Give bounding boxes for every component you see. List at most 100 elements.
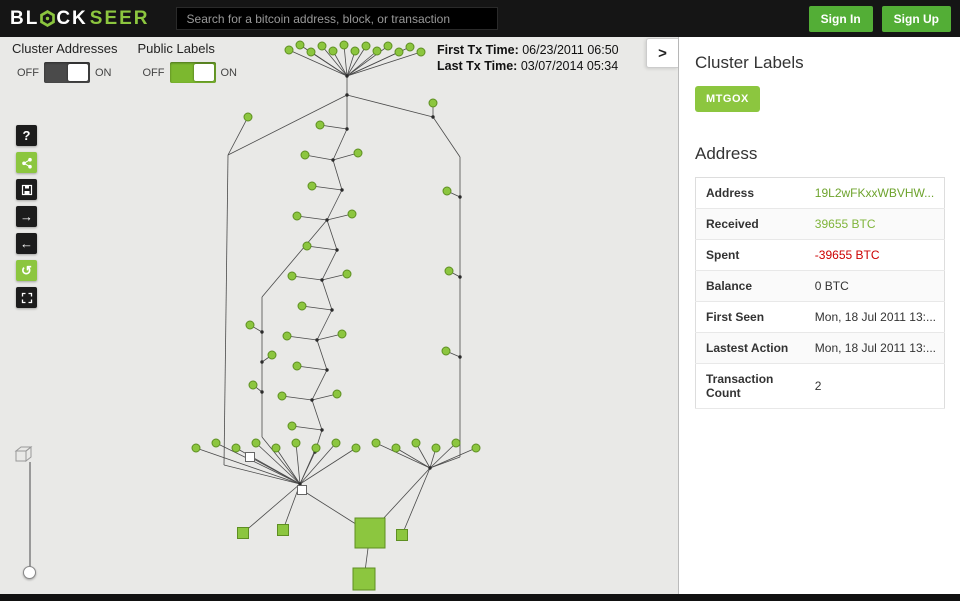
tx-address-node[interactable] [291, 438, 301, 448]
undo-button[interactable]: ↺ [16, 260, 37, 281]
tx-address-node[interactable] [394, 47, 404, 57]
cluster-addresses-toggle[interactable] [44, 62, 90, 83]
tx-address-node[interactable] [428, 98, 438, 108]
tx-junction[interactable] [320, 278, 324, 282]
row-value[interactable]: 19L2wFKxxWBVHW... [811, 178, 945, 209]
zoom-slider-knob[interactable] [23, 566, 36, 579]
tx-junction[interactable] [315, 338, 319, 342]
tx-address-node[interactable] [245, 320, 255, 330]
tx-address-node[interactable] [282, 331, 292, 341]
share-button[interactable] [16, 152, 37, 173]
tx-address-node[interactable] [271, 443, 281, 453]
tx-junction[interactable] [331, 158, 335, 162]
tx-address-node[interactable] [342, 269, 352, 279]
tx-junction[interactable] [310, 398, 314, 402]
tx-address-node[interactable] [287, 421, 297, 431]
tx-address-node[interactable] [191, 443, 201, 453]
tx-address-node[interactable] [284, 45, 294, 55]
toggle-knob[interactable] [193, 64, 214, 81]
tx-address-node[interactable] [306, 47, 316, 57]
transaction-graph[interactable] [0, 37, 678, 594]
tx-address-node[interactable] [300, 150, 310, 160]
expand-button[interactable] [16, 287, 37, 308]
tx-address-node[interactable] [302, 241, 312, 251]
tx-address-node[interactable] [292, 361, 302, 371]
tx-junction[interactable] [260, 330, 264, 334]
tx-junction[interactable] [340, 188, 344, 192]
tx-junction[interactable] [345, 127, 349, 131]
toggle-knob[interactable] [68, 64, 88, 81]
tx-output-square-green[interactable] [354, 517, 386, 549]
panel-collapse-tab[interactable]: > [646, 38, 678, 68]
tx-address-node[interactable] [328, 46, 338, 56]
zoom-slider-track[interactable] [29, 462, 31, 572]
tx-junction[interactable] [325, 218, 329, 222]
tx-address-node[interactable] [411, 438, 421, 448]
graph-canvas[interactable]: Cluster Addresses OFF ON Public Labels O… [0, 37, 678, 594]
tx-address-node[interactable] [353, 148, 363, 158]
tx-junction[interactable] [260, 360, 264, 364]
tx-address-node[interactable] [267, 350, 277, 360]
tx-output-square-green[interactable] [237, 527, 249, 539]
tx-address-node[interactable] [442, 186, 452, 196]
tx-address-node[interactable] [444, 266, 454, 276]
tx-address-node[interactable] [307, 181, 317, 191]
tx-address-node[interactable] [451, 438, 461, 448]
tx-address-node[interactable] [251, 438, 261, 448]
tx-address-node[interactable] [317, 41, 327, 51]
tx-address-node[interactable] [297, 301, 307, 311]
tx-junction[interactable] [345, 93, 349, 97]
tx-address-node[interactable] [405, 42, 415, 52]
tx-address-node[interactable] [311, 443, 321, 453]
tx-address-node[interactable] [351, 443, 361, 453]
help-button[interactable]: ? [16, 125, 37, 146]
tx-address-node[interactable] [287, 271, 297, 281]
tx-output-square-green[interactable] [352, 567, 376, 591]
tx-address-node[interactable] [372, 46, 382, 56]
tx-output-square-green[interactable] [396, 529, 408, 541]
tx-junction[interactable] [330, 308, 334, 312]
tx-junction[interactable] [325, 368, 329, 372]
tx-junction[interactable] [320, 428, 324, 432]
back-button[interactable]: ← [16, 233, 37, 254]
tx-address-node[interactable] [391, 443, 401, 453]
tx-junction[interactable] [458, 275, 462, 279]
tx-address-node[interactable] [471, 443, 481, 453]
tx-address-node[interactable] [431, 443, 441, 453]
tx-address-node[interactable] [231, 443, 241, 453]
tx-junction[interactable] [458, 195, 462, 199]
tx-address-node[interactable] [441, 346, 451, 356]
tx-junction[interactable] [345, 74, 349, 78]
tx-address-node[interactable] [339, 40, 349, 50]
tx-address-node[interactable] [292, 211, 302, 221]
tx-address-node[interactable] [331, 438, 341, 448]
tx-address-node[interactable] [371, 438, 381, 448]
tx-output-square-white[interactable] [245, 452, 255, 462]
tx-address-node[interactable] [383, 41, 393, 51]
tx-junction[interactable] [335, 248, 339, 252]
tx-address-node[interactable] [277, 391, 287, 401]
tx-output-square-green[interactable] [277, 524, 289, 536]
blockseer-logo[interactable]: BL CK SEER [10, 8, 150, 30]
save-button[interactable] [16, 179, 37, 200]
tx-junction[interactable] [458, 355, 462, 359]
tx-address-node[interactable] [416, 47, 426, 57]
tx-output-square-white[interactable] [297, 485, 307, 495]
tx-address-node[interactable] [332, 389, 342, 399]
tx-address-node[interactable] [211, 438, 221, 448]
forward-button[interactable]: → [16, 206, 37, 227]
search-input[interactable] [175, 7, 498, 30]
tx-address-node[interactable] [361, 41, 371, 51]
tx-junction[interactable] [260, 390, 264, 394]
tx-address-node[interactable] [315, 120, 325, 130]
tx-address-node[interactable] [248, 380, 258, 390]
public-labels-toggle[interactable] [169, 62, 216, 83]
sign-in-button[interactable]: Sign In [808, 5, 873, 32]
tx-address-node[interactable] [350, 46, 360, 56]
tx-junction[interactable] [428, 466, 432, 470]
tx-address-node[interactable] [295, 40, 305, 50]
sign-up-button[interactable]: Sign Up [881, 5, 951, 32]
tx-address-node[interactable] [243, 112, 253, 122]
tx-address-node[interactable] [337, 329, 347, 339]
tx-address-node[interactable] [347, 209, 357, 219]
